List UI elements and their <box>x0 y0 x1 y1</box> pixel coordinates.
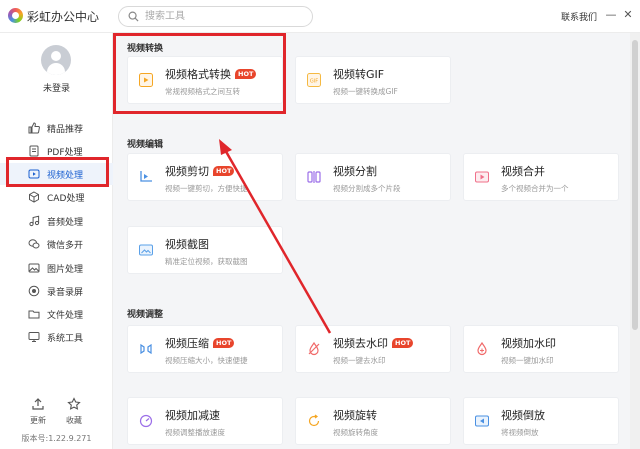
thumbs-up-icon <box>28 122 40 134</box>
avatar-head <box>51 51 61 61</box>
card-video-to-gif[interactable]: GIF 视频转GIF 视频一键转换成GIF <box>295 56 451 104</box>
search-icon <box>128 11 139 22</box>
sidebar-item-image[interactable]: 图片处理 <box>0 257 113 279</box>
update-button[interactable]: 更新 <box>18 397 58 426</box>
minimize-button[interactable]: — <box>605 8 617 22</box>
update-label: 更新 <box>30 416 46 425</box>
reverse-icon <box>475 415 489 427</box>
close-button[interactable]: ✕ <box>622 8 634 22</box>
image-icon <box>28 263 40 273</box>
card-title: 视频合并 <box>501 165 545 178</box>
card-desc: 视频一键剪切，方便快捷 <box>165 184 248 193</box>
hot-badge: HOT <box>392 338 414 348</box>
scrollbar-thumb[interactable] <box>632 40 638 330</box>
card-video-screenshot[interactable]: 视频截图 精准定位视频，获取截图 <box>127 226 283 274</box>
card-title: 视频转GIF <box>333 68 385 81</box>
app-title: 彩虹办公中心 <box>27 10 100 24</box>
sidebar-item-file[interactable]: 文件处理 <box>0 303 113 325</box>
search-input[interactable] <box>145 9 305 24</box>
compress-icon <box>140 343 152 355</box>
sidebar-item-recommend[interactable]: 精品推荐 <box>0 117 113 139</box>
rotate-icon <box>308 414 320 427</box>
favorite-label: 收藏 <box>66 416 82 425</box>
svg-text:GIF: GIF <box>310 79 318 85</box>
music-icon <box>29 215 40 227</box>
sidebar-item-wechat[interactable]: 微信多开 <box>0 233 113 255</box>
avatar[interactable] <box>41 45 71 75</box>
card-title: 视频去水印 HOT <box>333 335 414 351</box>
card-title: 视频截图 <box>165 238 209 251</box>
sidebar-item-audio[interactable]: 音频处理 <box>0 210 113 232</box>
cad-icon <box>29 191 39 203</box>
hot-badge: HOT <box>213 338 235 348</box>
video-split-icon <box>307 171 321 183</box>
card-video-reverse[interactable]: 视频倒放 将视频倒放 <box>463 397 619 445</box>
record-icon <box>28 285 40 297</box>
pdf-icon <box>29 145 39 157</box>
card-desc: 视频旋转角度 <box>333 428 378 437</box>
card-video-split[interactable]: 视频分割 视频分割成多个片段 <box>295 153 451 201</box>
contact-us-link[interactable]: 联系我们 <box>561 10 597 23</box>
wechat-icon <box>28 239 40 249</box>
card-video-speed[interactable]: 视频加减速 视频调整播放速度 <box>127 397 283 445</box>
card-desc: 视频压缩大小，快速便捷 <box>165 356 248 365</box>
favorite-button[interactable]: 收藏 <box>54 397 94 426</box>
card-title: 视频倒放 <box>501 409 545 422</box>
avatar-body <box>47 63 65 75</box>
card-title: 视频剪切 HOT <box>165 163 235 179</box>
card-video-add-watermark[interactable]: 视频加水印 视频一键加水印 <box>463 325 619 373</box>
section-title-video-edit: 视频编辑 <box>127 140 164 150</box>
card-desc: 视频分割成多个片段 <box>333 184 401 193</box>
file-icon <box>28 310 40 319</box>
card-desc: 精准定位视频，获取截图 <box>165 257 248 266</box>
search-box[interactable] <box>118 6 313 27</box>
version-text: 版本号:1.22.9.271 <box>21 434 92 443</box>
card-video-cut[interactable]: 视频剪切 HOT 视频一键剪切，方便快捷 <box>127 153 283 201</box>
card-title: 视频加水印 <box>501 337 556 350</box>
video-merge-icon <box>475 171 489 183</box>
sidebar-item-record[interactable]: 录音录屏 <box>0 280 113 302</box>
card-title: 视频旋转 <box>333 409 377 422</box>
star-icon <box>67 397 81 410</box>
card-title: 视频加减速 <box>165 409 220 422</box>
speed-icon <box>139 414 153 428</box>
sidebar: 未登录 精品推荐 PDF处理 视频处理 CAD处理 音频处理 微信多开 图片处理 <box>0 33 113 449</box>
hot-badge: HOT <box>213 166 235 176</box>
remove-watermark-icon <box>308 342 320 356</box>
card-video-compress[interactable]: 视频压缩 HOT 视频压缩大小，快速便捷 <box>127 325 283 373</box>
add-watermark-icon <box>477 342 487 356</box>
card-video-remove-watermark[interactable]: 视频去水印 HOT 视频一键去水印 <box>295 325 451 373</box>
sidebar-item-label: CAD处理 <box>47 194 85 204</box>
sidebar-item-label: 微信多开 <box>47 241 84 251</box>
sidebar-item-cad[interactable]: CAD处理 <box>0 186 113 208</box>
system-icon <box>28 332 40 342</box>
card-video-rotate[interactable]: 视频旋转 视频旋转角度 <box>295 397 451 445</box>
login-status[interactable]: 未登录 <box>0 81 113 94</box>
screenshot-icon <box>139 244 153 256</box>
card-desc: 多个视频合并为一个 <box>501 184 569 193</box>
card-desc: 视频调整播放速度 <box>165 428 225 437</box>
card-title: 视频压缩 HOT <box>165 335 235 351</box>
highlight-box-video-nav <box>6 157 109 187</box>
sidebar-item-label: 系统工具 <box>47 334 84 344</box>
highlight-box-format-convert <box>113 33 286 114</box>
sidebar-item-label: 音频处理 <box>47 218 84 228</box>
video-cut-icon <box>140 171 152 182</box>
update-icon <box>32 398 44 410</box>
sidebar-item-label: 文件处理 <box>47 311 84 321</box>
card-desc: 将视频倒放 <box>501 428 539 437</box>
title-bar: 彩虹办公中心 联系我们 — ✕ <box>0 0 640 33</box>
card-desc: 视频一键去水印 <box>333 356 386 365</box>
card-desc: 视频一键加水印 <box>501 356 554 365</box>
card-desc: 视频一键转换成GIF <box>333 87 398 96</box>
rainbow-logo-icon <box>8 8 23 23</box>
sidebar-item-label: 录音录屏 <box>47 288 84 298</box>
gif-icon: GIF <box>307 73 321 87</box>
card-video-merge[interactable]: 视频合并 多个视频合并为一个 <box>463 153 619 201</box>
section-title-video-adjust: 视频调整 <box>127 310 164 320</box>
sidebar-item-label: 精品推荐 <box>47 125 84 135</box>
card-title: 视频分割 <box>333 165 377 178</box>
sidebar-item-system[interactable]: 系统工具 <box>0 326 113 348</box>
sidebar-item-label: 图片处理 <box>47 265 84 275</box>
